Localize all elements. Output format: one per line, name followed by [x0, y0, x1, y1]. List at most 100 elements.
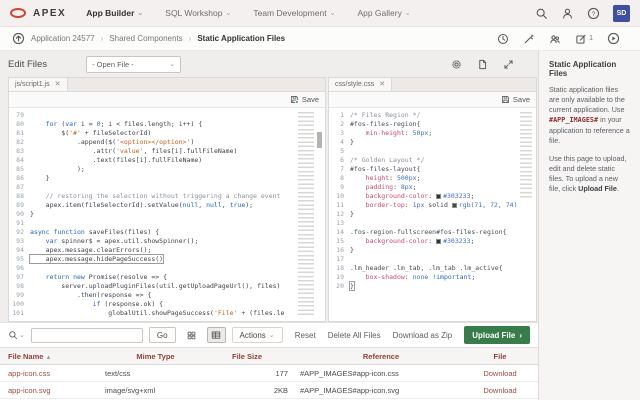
avatar[interactable]: SD	[613, 5, 630, 22]
color-swatch	[436, 239, 441, 244]
application-up-icon[interactable]	[12, 32, 25, 45]
code-line: 93 var spinner$ = apex.util.showSpinner(…	[9, 236, 325, 245]
code-text: }	[350, 282, 354, 290]
close-icon[interactable]: ✕	[55, 81, 61, 88]
save-icon	[501, 95, 510, 104]
line-number: 85	[9, 165, 30, 173]
svg-text:?: ?	[592, 10, 596, 17]
left-editor[interactable]: 7980 for (var i = 0; i < files.length; i…	[9, 108, 325, 321]
open-file-select[interactable]: - Open File - ⌄	[86, 56, 181, 73]
delete-all-files-button[interactable]: Delete All Files	[328, 331, 381, 340]
unsaved-changes-dot	[295, 100, 299, 104]
column-header-reference[interactable]: Reference	[290, 352, 462, 361]
column-header-file-name[interactable]: File Name▲	[0, 352, 103, 361]
code-line: 98 server.uploadPluginFiles(util.getUplo…	[9, 281, 325, 290]
code-editors: js/script1.js ✕ Save 7980 for (var i = 0…	[0, 77, 538, 322]
code-text: $('#' + fileSelectorId)	[30, 129, 151, 137]
breadcrumb-bar: Application 24577 › Shared Components › …	[0, 27, 640, 51]
chevron-down-icon: ⌄	[225, 10, 231, 17]
breadcrumb[interactable]: Application 24577	[31, 34, 95, 43]
save-button[interactable]: Save	[501, 95, 530, 104]
line-number: 79	[9, 111, 30, 119]
minimap[interactable]	[520, 112, 532, 200]
mime-type-cell: text/css	[103, 369, 206, 378]
tab-css-style[interactable]: css/style.css ✕	[329, 78, 392, 91]
line-number: 92	[9, 228, 30, 236]
code-line: 94 apex.message.clearErrors();	[9, 245, 325, 254]
help-icon[interactable]: ?	[587, 7, 600, 20]
line-number: 13	[329, 219, 350, 227]
nav-team-development[interactable]: Team Development⌄	[253, 8, 335, 18]
file-name-link[interactable]: app-icon.svg	[0, 386, 103, 395]
file-name-link[interactable]: app-icon.css	[0, 369, 103, 378]
breadcrumb-separator: ›	[189, 34, 192, 43]
file-icon[interactable]	[477, 59, 488, 70]
code-text: .attr('value', files[i].fullFileName)	[30, 147, 237, 155]
code-line: 101 globalUtil.showPageSuccess('File' + …	[9, 308, 325, 317]
code-line: 3 min-height: 50px;	[329, 128, 536, 137]
search-input[interactable]	[31, 328, 143, 343]
sidebar-title: Static Application Files	[549, 60, 630, 78]
download-as-zip-button[interactable]: Download as Zip	[393, 331, 453, 340]
table-header-row: File Name▲ Mime Type File Size Reference…	[0, 348, 538, 365]
sidebar-help-paragraph-1: Static application files are only availa…	[549, 85, 630, 146]
code-text: return new Promise(resolve => {	[30, 273, 167, 281]
line-number: 1	[329, 111, 350, 119]
column-header-file-size[interactable]: File Size	[206, 352, 290, 361]
code-line: 7#fos-files-layout{	[329, 164, 536, 173]
go-button[interactable]: Go	[149, 327, 176, 343]
code-text: .fos-region-fullscreen#fos-files-region{	[350, 228, 507, 236]
nav-sql-workshop[interactable]: SQL Workshop⌄	[165, 8, 231, 18]
minimap[interactable]	[298, 112, 314, 315]
code-line: 10 background-color: #303233;	[329, 191, 536, 200]
upload-file-button[interactable]: Upload File ›	[464, 326, 530, 344]
close-icon[interactable]: ✕	[379, 81, 385, 88]
column-header-mime-type[interactable]: Mime Type	[103, 352, 206, 361]
history-icon[interactable]	[497, 33, 509, 45]
breadcrumb[interactable]: Shared Components	[109, 34, 182, 43]
edit-page-control[interactable]: 1	[575, 33, 593, 45]
expand-icon[interactable]	[503, 59, 514, 70]
oracle-logo-icon[interactable]	[10, 8, 26, 18]
apex-brand[interactable]: APEX	[33, 8, 66, 19]
run-app-icon[interactable]	[607, 32, 620, 45]
team-icon[interactable]	[549, 33, 561, 45]
gear-icon[interactable]	[451, 59, 462, 70]
report-view-button[interactable]	[207, 327, 226, 343]
search-icon[interactable]	[535, 7, 548, 20]
chevron-down-icon: ⌄	[330, 10, 336, 17]
nav-app-builder[interactable]: App Builder⌄	[86, 8, 143, 18]
line-number: 97	[9, 273, 30, 281]
line-number: 89	[9, 201, 30, 209]
nav-app-gallery[interactable]: App Gallery⌄	[357, 8, 410, 18]
line-number: 15	[329, 237, 350, 245]
code-text: box-shadow: none !important;	[350, 273, 475, 281]
tab-js-script[interactable]: js/script1.js ✕	[9, 78, 68, 91]
code-text: );	[30, 165, 85, 173]
user-icon[interactable]	[561, 7, 574, 20]
code-text: /* Golden Layout */	[350, 156, 424, 164]
right-editor[interactable]: 1/* Files Region */2#fos-files-region{3 …	[329, 108, 536, 321]
line-number: 88	[9, 192, 30, 200]
wand-icon[interactable]	[523, 33, 535, 45]
code-line: 87	[9, 182, 325, 191]
reset-button[interactable]: Reset	[295, 331, 316, 340]
download-link[interactable]: Download	[462, 369, 538, 378]
icon-view-button[interactable]	[182, 327, 201, 343]
download-link[interactable]: Download	[462, 386, 538, 395]
actions-menu-button[interactable]: Actions ⌄	[232, 327, 283, 343]
line-number: 7	[329, 165, 350, 173]
code-line: 97 return new Promise(resolve => {	[9, 272, 325, 281]
main-nav: App Builder⌄ SQL Workshop⌄ Team Developm…	[86, 8, 411, 18]
column-header-file[interactable]: File	[462, 352, 538, 361]
line-number: 80	[9, 120, 30, 128]
code-line: 12}	[329, 209, 536, 218]
line-number: 94	[9, 246, 30, 254]
minimap-thumb[interactable]	[317, 132, 322, 148]
search-icon	[8, 330, 18, 340]
table-row: app-icon.csstext/css177#APP_IMAGES#app-i…	[0, 365, 538, 382]
save-button[interactable]: Save	[290, 95, 319, 104]
app-images-substitution: #APP_IMAGES#	[549, 116, 598, 124]
search-column-selector[interactable]: ⌄	[8, 330, 25, 340]
editor-tabbar: css/style.css ✕	[329, 78, 536, 92]
